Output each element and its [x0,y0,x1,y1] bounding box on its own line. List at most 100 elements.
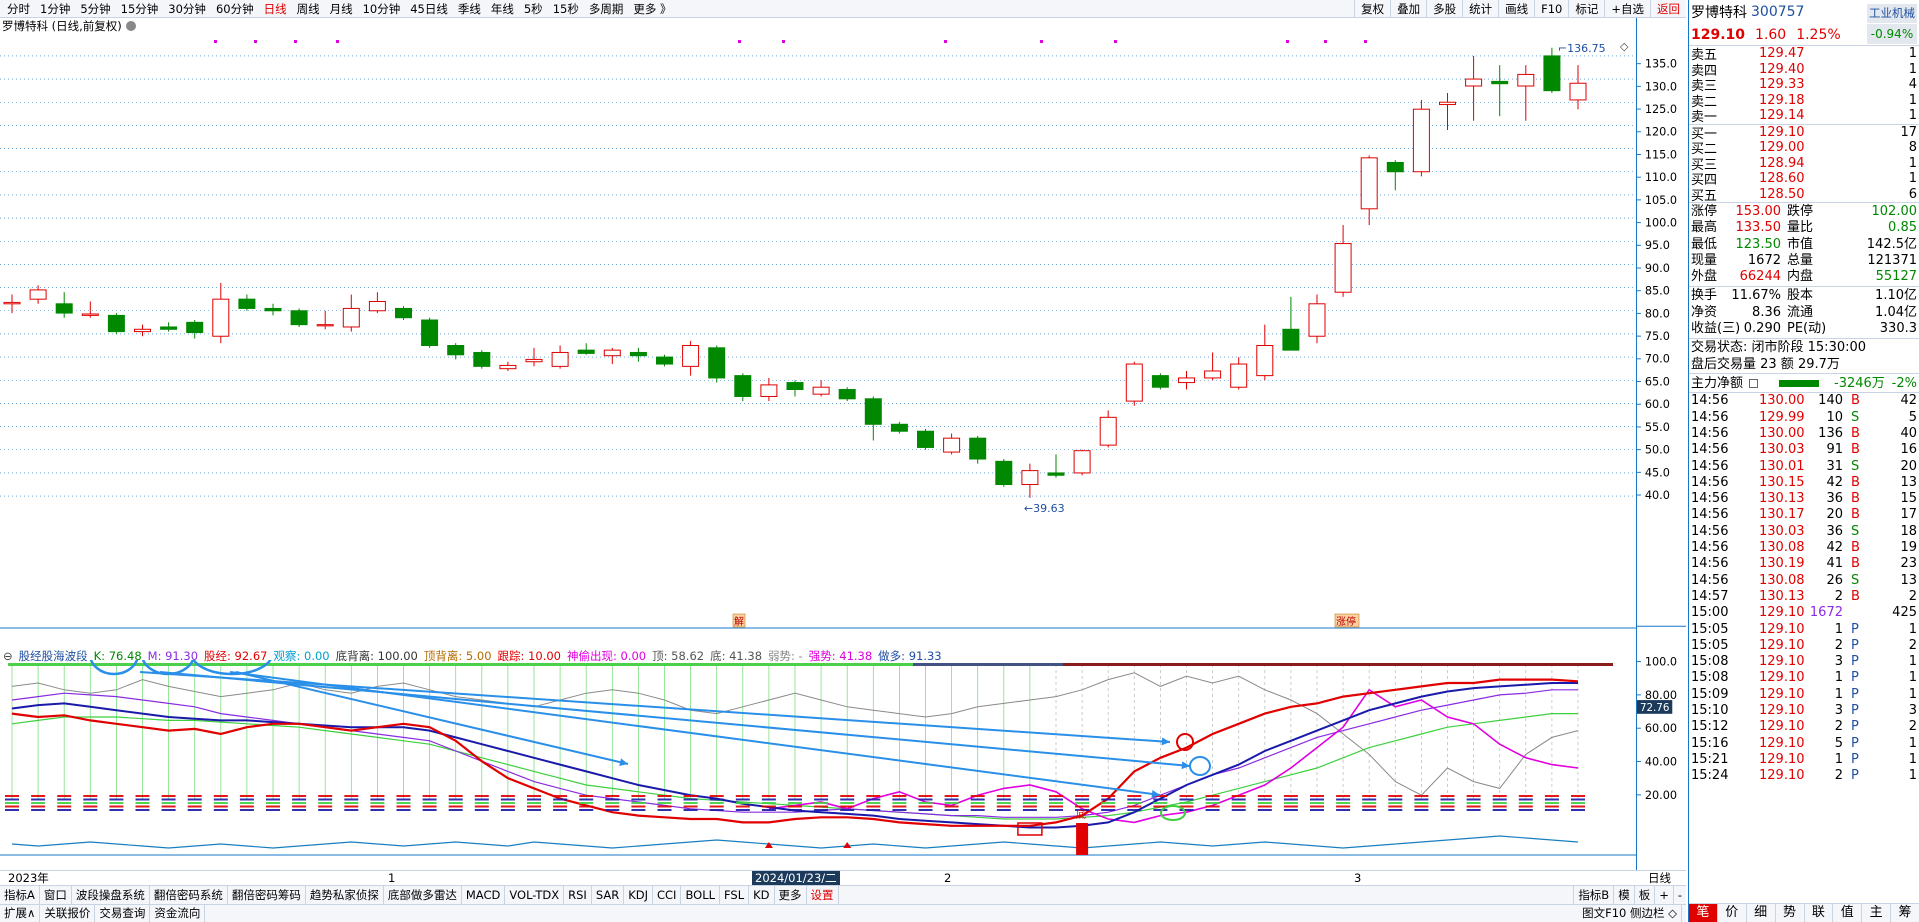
flow-info-icon[interactable] [1749,379,1759,389]
timeframe-7[interactable]: 周线 [292,1,325,17]
timeframe-4[interactable]: 30分钟 [163,1,211,17]
ind-signal-dash [944,802,959,804]
timeframe-12[interactable]: 年线 [486,1,519,17]
axis-label: 120.0 [1645,126,1677,139]
ind-signal-dash [1179,798,1194,801]
indicator-tab-2[interactable]: 波段操盘系统 [72,886,150,904]
quote-tab-4[interactable]: 联 [1805,904,1834,922]
timeframe-14[interactable]: 15秒 [548,1,584,17]
tick-volume: 31 [1826,458,1843,474]
indicator-tab-12[interactable]: CCI [653,886,682,904]
indicator-tab-10[interactable]: SAR [592,886,625,904]
indicator-tab-8[interactable]: VOL-TDX [505,886,565,904]
toolbar-button-0[interactable]: 复权 [1354,0,1390,18]
indicator-chart[interactable]: 底 [0,660,1636,870]
bottom-bar-item-2[interactable]: 交易查询 [95,905,151,922]
toolbar-button-7[interactable]: +自选 [1604,0,1650,18]
toolbar-button-5[interactable]: F10 [1534,0,1568,18]
indicator-tab-15[interactable]: KD [749,886,775,904]
tick-time: 14:56 [1691,572,1729,588]
quote-tab-0[interactable]: 笔 [1689,904,1718,922]
ind-signal-dash [5,802,19,804]
ind-signal-dash [735,798,750,801]
tick-count: 19 [1900,540,1917,556]
candle-body [1021,470,1039,486]
ind-signal-dash [788,805,802,808]
tick-count: 40 [1900,425,1917,441]
toolbar-button-8[interactable]: 返回 [1650,0,1686,18]
toolbar-button-4[interactable]: 画线 [1498,0,1534,18]
quote-tab-7[interactable]: 筹 [1891,904,1919,922]
indicator-tab-right-1[interactable]: 模 [1613,886,1634,904]
bottom-bar-item-3[interactable]: 资金流向 [150,905,206,922]
tick-time: 15:09 [1691,686,1729,702]
indicator-tab-0[interactable]: 指标A [0,886,40,904]
ind-signal-dash [970,809,985,811]
timeframe-3[interactable]: 15分钟 [116,1,164,17]
quote-tab-5[interactable]: 值 [1833,904,1863,922]
timeframe-1[interactable]: 1分钟 [35,1,75,17]
ind-signal-dash [1310,802,1324,804]
indicator-tab-13[interactable]: BOLL [681,886,721,904]
timeframe-9[interactable]: 10分钟 [358,1,406,17]
axis-label: 100.0 [1645,655,1677,668]
tick-price: 129.10 [1759,654,1805,670]
indicator-tab-7[interactable]: MACD [462,886,506,904]
bottom-bar-item-0[interactable]: 扩展∧ [0,905,41,922]
toolbar-button-3[interactable]: 统计 [1462,0,1498,18]
tick-row: 14:56 130.15 42 B 13 [1689,475,1919,491]
ask-volume: 4 [1908,77,1917,93]
indicator-tab-14[interactable]: FSL [720,886,750,904]
timeframe-5[interactable]: 60分钟 [211,1,259,17]
indicator-tab-17[interactable]: 设置 [807,886,839,904]
tick-volume: 10 [1826,409,1843,425]
ind-signal-dash [1283,805,1298,808]
bid-book: 买一 129.10 17 买二 129.00 8 买三 128.94 1 买四 128.60 1 买五 1… [1689,125,1919,204]
bottom-bar-item-1[interactable]: 关联报价 [40,905,96,922]
timeframe-15[interactable]: 多周期 [584,1,629,17]
ask-row: 卖一 129.14 1 [1689,108,1919,125]
indicator-tab-16[interactable]: 更多 [775,886,807,904]
indicator-tab-right-3[interactable]: + [1654,886,1673,904]
dropdown-dot-icon[interactable] [125,21,136,31]
industry-tag[interactable]: 工业机械 [1867,4,1917,23]
candlestick-chart[interactable]: ◇ ⌐136.75 ←39.63 解 涨停 [0,34,1636,630]
ind-signal-dash [553,805,568,808]
ask-volume: 1 [1908,92,1917,108]
quote-tab-1[interactable]: 价 [1718,904,1747,922]
indicator-tab-6[interactable]: 底部做多雷达 [384,886,462,904]
indicator-tab-1[interactable]: 窗口 [40,886,72,904]
toolbar-button-6[interactable]: 标记 [1568,0,1604,18]
timeframe-8[interactable]: 月线 [325,1,358,17]
axis-label: 115.0 [1645,148,1677,161]
ind-signal-dash [1362,795,1377,797]
timeframe-2[interactable]: 5分钟 [75,1,115,17]
indicator-tab-11[interactable]: KDJ [624,886,653,904]
quote-tab-6[interactable]: 主 [1862,904,1892,922]
indicator-tab-4[interactable]: 翻倍密码筹码 [228,886,306,904]
tick-side: P [1851,719,1859,735]
quote-tab-2[interactable]: 细 [1747,904,1776,922]
timeframe-16[interactable]: 更多 》 [628,1,676,17]
timeframe-0[interactable]: 分时 [2,1,35,17]
indicator-tab-3[interactable]: 翻倍密码系统 [150,886,228,904]
timeframe-11[interactable]: 季线 [453,1,486,17]
timeframe-6[interactable]: 日线 [259,1,292,17]
toolbar-button-1[interactable]: 叠加 [1390,0,1426,18]
ind-signal-dash [1414,795,1429,797]
ind-signal-dash [1571,805,1585,808]
f10-sidebar-toggle[interactable]: 图文F10 侧边栏 ◇ [1578,905,1682,922]
toolbar-button-2[interactable]: 多股 [1426,0,1462,18]
indicator-tab-9[interactable]: RSI [564,886,592,904]
stat-value: 153.00 [1735,204,1782,219]
indicator-tab-right-2[interactable]: 板 [1633,886,1655,904]
ind-signal-dash [1518,795,1533,797]
timeframe-13[interactable]: 5秒 [519,1,548,17]
main-flow-row: 主力净额 -3246万 -2% [1689,374,1919,394]
timeframe-10[interactable]: 45日线 [405,1,453,17]
tick-side: B [1851,393,1860,409]
indicator-tab-right-4[interactable]: - [1672,886,1686,904]
indicator-tab-5[interactable]: 趋势私家侦探 [306,886,384,904]
indicator-tab-right-0[interactable]: 指标B [1573,886,1613,904]
quote-tab-3[interactable]: 势 [1776,904,1805,922]
